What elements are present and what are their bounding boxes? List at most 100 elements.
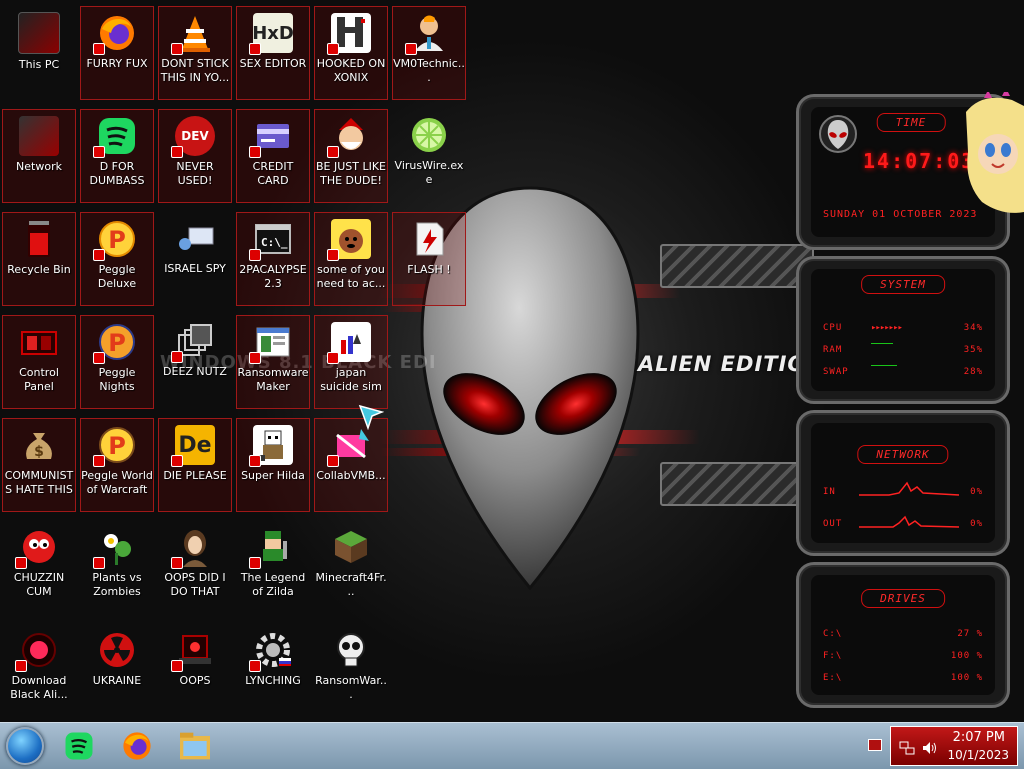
network-tray-icon[interactable] <box>899 741 915 755</box>
desktop-icon-label: VirusWire.exe <box>394 159 464 186</box>
desktop-icon-minecraft[interactable]: Minecraft4Fr... <box>314 521 388 615</box>
desktop-icon-d-for-dumbass[interactable]: D FOR DUMBASS <box>80 109 154 203</box>
desktop-icon-sex-editor[interactable]: HxD SEX EDITOR <box>236 6 310 100</box>
start-button[interactable] <box>6 727 44 765</box>
desktop-icon-vm0technic[interactable]: VM0Technic... <box>392 6 466 100</box>
system-widget-title: SYSTEM <box>861 275 945 294</box>
desktop-icon-peggle-deluxe[interactable]: P Peggle Deluxe <box>80 212 154 306</box>
desktop-icon-label: Download Black Ali... <box>10 674 68 701</box>
ram-bar <box>871 343 893 344</box>
tray-overflow-button[interactable] <box>868 739 882 751</box>
radiation-icon <box>97 630 137 670</box>
elf-icon <box>327 116 371 158</box>
technician-icon <box>405 13 449 55</box>
desktop-icon-label: Plants vs Zombies <box>92 571 142 598</box>
skull-icon <box>331 630 371 670</box>
desktop-icon-label: Recycle Bin <box>7 263 71 276</box>
devcpp-icon: DEV <box>171 116 215 158</box>
cartoon-character-sticker <box>966 92 1024 213</box>
desktop-icon-label: DEEZ NUTZ <box>163 365 227 378</box>
desktop-icon-this-pc[interactable]: This PC <box>2 6 76 100</box>
drive-f-value: 100 % <box>950 651 983 661</box>
desktop-icon-label: 2PACALYPSE 2.3 <box>239 263 307 290</box>
xonix-icon <box>327 13 371 55</box>
desktop-icon-label: Ransomware Maker Build... <box>237 366 309 393</box>
desktop-icon-japan-suicide-sim[interactable]: japan suicide sim <box>314 315 388 409</box>
taskbar-file-explorer-button[interactable] <box>176 728 214 764</box>
svg-text:P: P <box>108 329 126 357</box>
file-explorer-icon <box>180 732 210 760</box>
desktop-icon-label: Control Panel <box>19 366 59 393</box>
desktop-icon-label: OOPS DID I DO THAT <box>164 571 226 598</box>
document-icon <box>327 322 371 364</box>
desktop-icon-ransomware-maker[interactable]: Ransomware Maker Build... <box>236 315 310 409</box>
desktop-icon-some-of-you[interactable]: some of you need to ac... <box>314 212 388 306</box>
desktop-icon-oops[interactable]: OOPS <box>158 624 232 718</box>
desktop-icon-israel-spy[interactable]: ISRAEL SPY <box>158 212 232 306</box>
desktop-icon-dont-stick[interactable]: DONT STICK THIS IN YO... <box>158 6 232 100</box>
taskbar-firefox-button[interactable] <box>118 728 156 764</box>
svg-text:P: P <box>108 432 126 460</box>
firefox-icon <box>93 13 137 55</box>
computer-icon <box>18 12 60 54</box>
svg-text:$: $ <box>34 444 44 460</box>
desktop-icon-chuzzin[interactable]: CHUZZIN CUM <box>2 521 76 615</box>
peggle-icon: P <box>93 425 137 467</box>
desktop-icon-label: The Legend of Zilda <box>240 571 306 598</box>
desktop-icon-peggle-nights[interactable]: P Peggle Nights Deluxe <box>80 315 154 409</box>
desktop-icon-recycle-bin[interactable]: Recycle Bin <box>2 212 76 306</box>
desktop-icon-label: SEX EDITOR <box>239 57 307 70</box>
desktop-icon-ransomwar[interactable]: RansomWar... <box>314 624 388 718</box>
credit-card-icon <box>249 116 293 158</box>
system-tray: 2:07 PM 10/1/2023 <box>890 726 1018 766</box>
desktop-icon-lynching[interactable]: LYNCHING <box>236 624 310 718</box>
tray-time[interactable]: 2:07 PM <box>953 730 1005 745</box>
gear-icon <box>249 630 293 672</box>
desktop-icon-control-panel[interactable]: Control Panel <box>2 315 76 409</box>
desktop-icon-network[interactable]: Network <box>2 109 76 203</box>
desktop-icon-deez-nutz[interactable]: DEEZ NUTZ <box>158 315 232 409</box>
windows-stack-icon <box>171 321 215 363</box>
desktop-icon-label: CHUZZIN CUM <box>13 571 65 598</box>
drive-e-label: E:\ <box>823 673 843 683</box>
desktop-icon-oops-did-i-do-that[interactable]: OOPS DID I DO THAT <box>158 521 232 615</box>
desktop-icon-label: LYNCHING <box>245 674 301 687</box>
tray-date[interactable]: 10/1/2023 <box>947 748 1009 762</box>
firefox-icon <box>123 732 151 760</box>
desktop-icon-be-just-like-the-dude[interactable]: BE JUST LIKE THE DUDE! <box>314 109 388 203</box>
desktop-icon-label: UKRAINE <box>92 674 142 687</box>
desktop-icon-hooked-on-xonix[interactable]: HOOKED ON XONIX <box>314 6 388 100</box>
desktop-icon-download-black-alien[interactable]: Download Black Ali... <box>2 624 76 718</box>
desktop-icon-label: This PC <box>18 58 60 71</box>
peggle-icon: P <box>93 322 137 364</box>
desktop-icon-label: Minecraft4Fr... <box>315 571 387 598</box>
desktop-icon-die-please[interactable]: De DIE PLEASE <box>158 418 232 512</box>
desktop-icon-furry-fux[interactable]: FURRY FUX <box>80 6 154 100</box>
volume-icon[interactable] <box>921 740 937 756</box>
desktop-icon-credit-card-checker[interactable]: CREDIT CARD CHECKER <box>236 109 310 203</box>
desktop-icon-communists[interactable]: $ COMMUNISTS HATE THIS G... <box>2 418 76 512</box>
desktop-icon-flash[interactable]: FLASH ! <box>392 212 466 306</box>
drives-widget-title: DRIVES <box>861 589 945 608</box>
time-widget-title: TIME <box>876 113 946 132</box>
desktop-icon-label: NEVER USED! <box>176 160 214 187</box>
desktop-icon-ukraine[interactable]: UKRAINE <box>80 624 154 718</box>
alien-logo-icon <box>819 115 857 153</box>
desktop-icon-plants-vs-zombies[interactable]: Plants vs Zombies <box>80 521 154 615</box>
network-in-label: IN <box>823 487 836 497</box>
desktop-icon-label: CREDIT CARD CHECKER <box>252 160 294 187</box>
desktop-icon-peggle-wow[interactable]: P Peggle World of Warcraft ... <box>80 418 154 512</box>
desktop-icon-collabvm[interactable]: CollabVMB... <box>314 418 388 512</box>
desktop-icon-never-used[interactable]: DEV NEVER USED! <box>158 109 232 203</box>
taskbar-spotify-button[interactable] <box>60 728 98 764</box>
desktop-icon-super-hilda[interactable]: Super Hilda <box>236 418 310 512</box>
network-in-value: 0% <box>970 487 983 497</box>
vlc-icon <box>171 13 215 55</box>
system-widget: SYSTEM CPU ▸▸▸▸▸▸▸ 34% RAM 35% SWAP 28% <box>796 256 1010 404</box>
cmd-icon: C:\_ <box>249 219 293 261</box>
desktop-icon-2pacalypse[interactable]: C:\_ 2PACALYPSE 2.3 <box>236 212 310 306</box>
desktop-icon-viruswire[interactable]: VirusWire.exe <box>392 109 466 203</box>
desktop-icon-legend-of-zilda[interactable]: The Legend of Zilda <box>236 521 310 615</box>
dog-icon <box>327 219 371 261</box>
desktop-icon-label: HOOKED ON XONIX <box>316 57 386 84</box>
